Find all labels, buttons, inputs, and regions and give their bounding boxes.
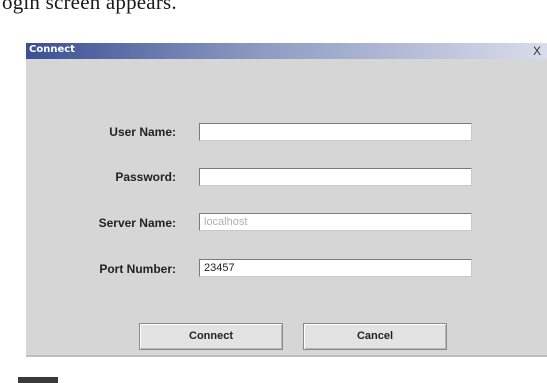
port-number-label: Port Number: — [99, 262, 176, 276]
password-input[interactable] — [199, 168, 472, 186]
user-name-label: User Name: — [109, 125, 176, 139]
port-number-input[interactable] — [199, 259, 472, 277]
dialog-bottom-edge — [26, 355, 547, 357]
password-label: Password: — [115, 170, 176, 184]
document-text-fragment: ogin screen appears. — [2, 0, 177, 14]
connect-dialog: Connect X User Name: Password: Server Na… — [26, 43, 547, 355]
background-taskbar-fragment — [18, 377, 58, 383]
cancel-button[interactable]: Cancel — [303, 323, 447, 350]
close-icon[interactable]: X — [531, 44, 543, 58]
server-name-label: Server Name: — [98, 216, 176, 230]
user-name-input[interactable] — [199, 123, 472, 141]
server-name-input[interactable] — [199, 213, 472, 231]
dialog-titlebar[interactable]: Connect X — [26, 43, 547, 59]
connect-button[interactable]: Connect — [139, 323, 283, 350]
dialog-title: Connect — [29, 44, 75, 55]
